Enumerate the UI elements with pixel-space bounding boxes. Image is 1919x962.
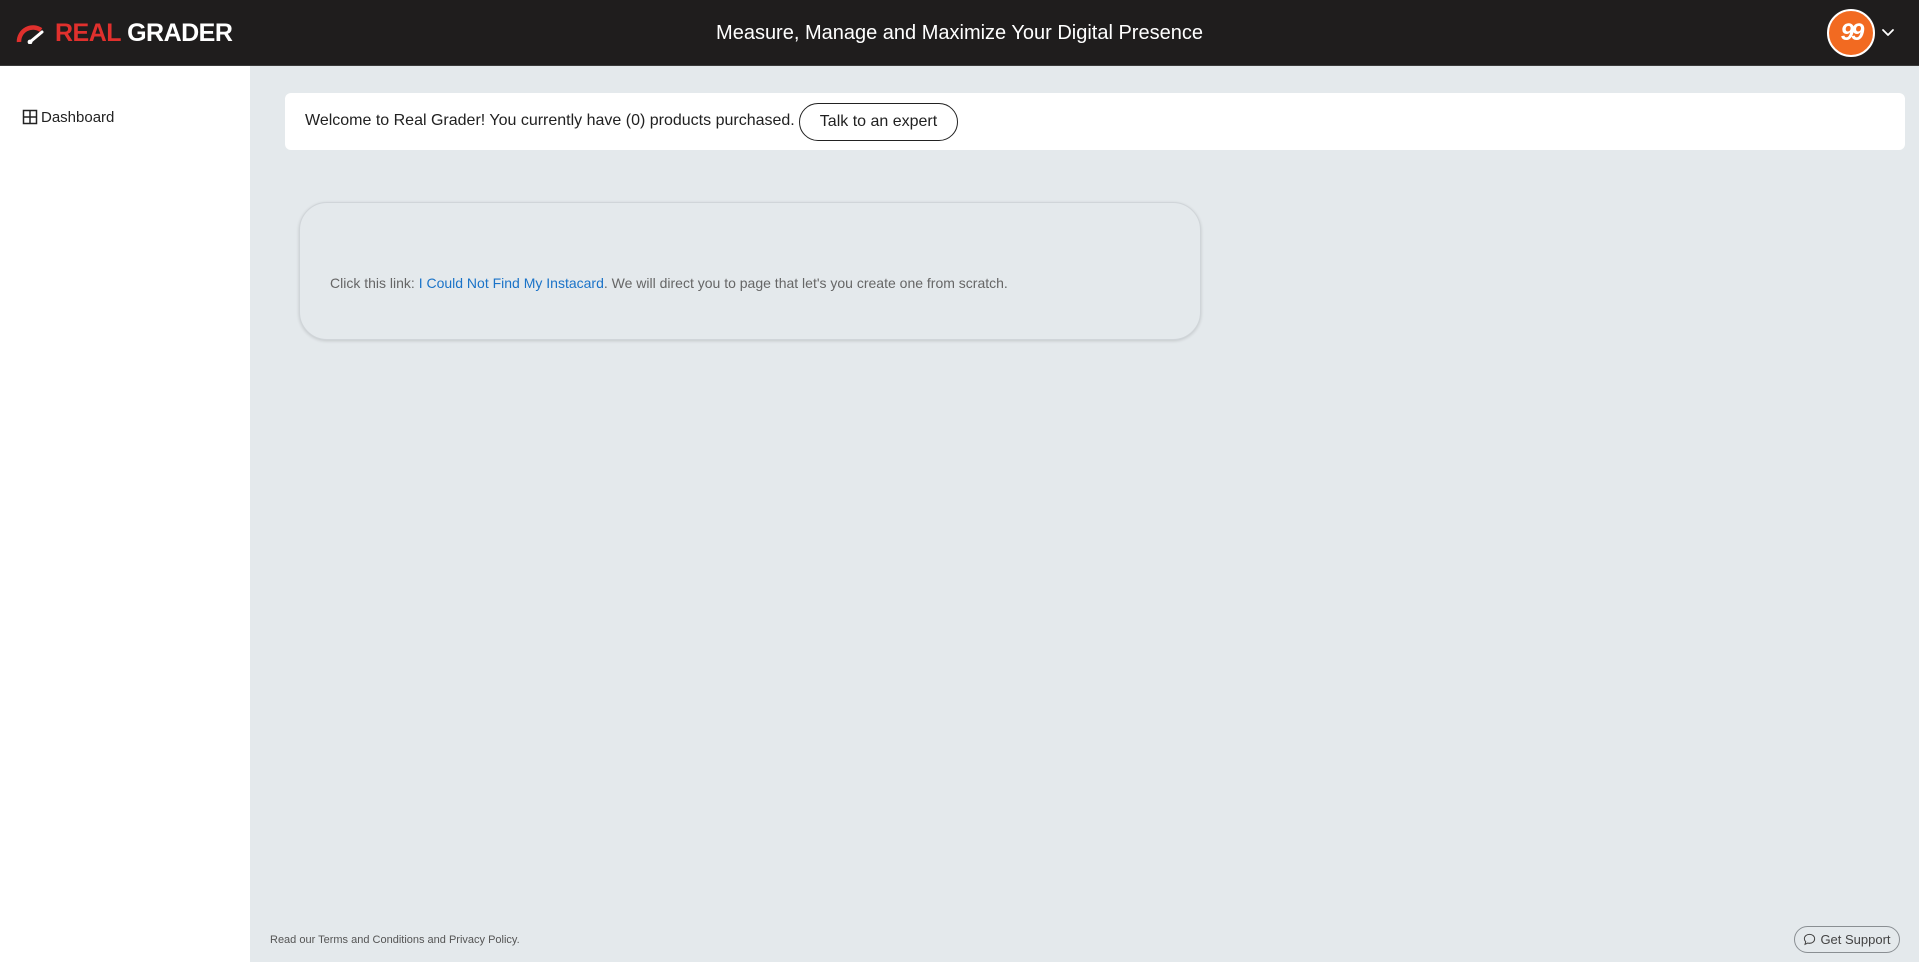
instacard-not-found-link[interactable]: I Could Not Find My Instacard <box>419 275 604 291</box>
speedometer-icon <box>16 25 44 44</box>
welcome-banner: Welcome to Real Grader! You currently ha… <box>285 93 1905 150</box>
get-support-button[interactable]: Get Support <box>1794 926 1900 953</box>
top-bar: REAL GRADER Measure, Manage and Maximize… <box>0 0 1919 66</box>
instacard-info-text: Click this link: I Could Not Find My Ins… <box>330 275 1008 291</box>
sidebar: Dashboard <box>0 66 250 962</box>
chevron-down-icon[interactable] <box>1880 24 1896 40</box>
privacy-link[interactable]: Privacy Policy <box>449 934 517 946</box>
brand-logo[interactable]: REAL GRADER <box>16 18 233 47</box>
brand-name: REAL GRADER <box>55 18 233 47</box>
chat-bubble-icon <box>1804 933 1816 946</box>
footer-legal: Read our Terms and Conditions and Privac… <box>270 934 520 946</box>
welcome-message: Welcome to Real Grader! You currently ha… <box>305 112 795 129</box>
grid-icon <box>22 109 38 125</box>
user-avatar[interactable]: 99 <box>1827 9 1875 57</box>
talk-to-expert-button[interactable]: Talk to an expert <box>799 103 958 141</box>
get-support-label: Get Support <box>1820 932 1891 947</box>
sidebar-item-dashboard[interactable]: Dashboard <box>22 107 114 127</box>
page-tagline: Measure, Manage and Maximize Your Digita… <box>716 21 1203 44</box>
terms-link[interactable]: Terms and Conditions <box>318 934 424 946</box>
instacard-info-card: Click this link: I Could Not Find My Ins… <box>299 202 1201 340</box>
sidebar-item-label: Dashboard <box>41 108 115 126</box>
